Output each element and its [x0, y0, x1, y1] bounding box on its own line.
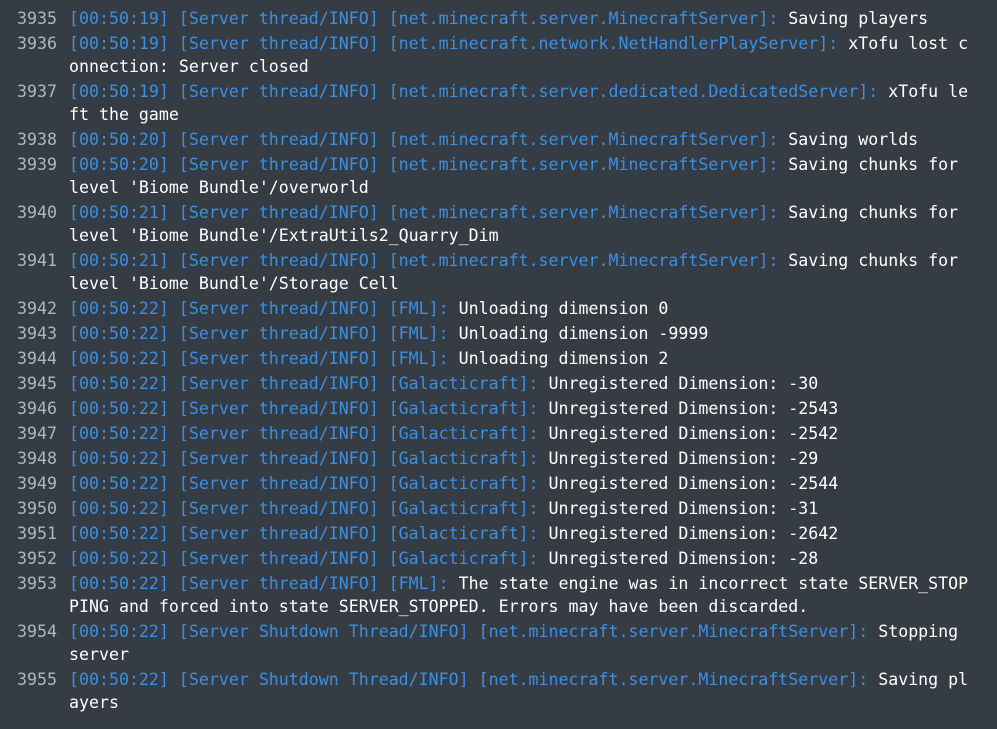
- line-number: 3936: [17, 34, 57, 53]
- log-prefix: [00:50:19] [Server thread/INFO] [net.min…: [69, 9, 779, 28]
- log-text: [00:50:22] [Server thread/INFO] [FML]: T…: [69, 572, 975, 618]
- log-prefix: [00:50:22] [Server thread/INFO] [Galacti…: [69, 424, 539, 443]
- log-prefix: [00:50:22] [Server thread/INFO] [FML]:: [69, 349, 449, 368]
- line-number: 3938: [17, 130, 57, 149]
- log-line: 3947 [00:50:22] [Server thread/INFO] [Ga…: [0, 422, 997, 445]
- log-text: [00:50:21] [Server thread/INFO] [net.min…: [69, 201, 975, 247]
- log-text: [00:50:22] [Server thread/INFO] [FML]: U…: [69, 297, 975, 320]
- log-text: [00:50:22] [Server thread/INFO] [Galacti…: [69, 397, 975, 420]
- log-message: Unregistered Dimension: -29: [538, 449, 819, 468]
- line-number: 3951: [17, 524, 57, 543]
- log-message: Unregistered Dimension: -2543: [538, 399, 839, 418]
- log-prefix: [00:50:22] [Server thread/INFO] [Galacti…: [69, 549, 539, 568]
- log-message: Unloading dimension 0: [448, 299, 669, 318]
- line-number: 3940: [17, 203, 57, 222]
- log-text: [00:50:22] [Server thread/INFO] [Galacti…: [69, 422, 975, 445]
- log-line: 3936 [00:50:19] [Server thread/INFO] [ne…: [0, 32, 997, 78]
- log-text: [00:50:19] [Server thread/INFO] [net.min…: [69, 7, 975, 30]
- line-number: 3949: [17, 474, 57, 493]
- log-message: Saving players: [778, 9, 929, 28]
- log-line: 3948 [00:50:22] [Server thread/INFO] [Ga…: [0, 447, 997, 470]
- log-line: 3938 [00:50:20] [Server thread/INFO] [ne…: [0, 128, 997, 151]
- line-number: 3941: [17, 251, 57, 270]
- log-prefix: [00:50:22] [Server thread/INFO] [Galacti…: [69, 499, 539, 518]
- log-line: 3950 [00:50:22] [Server thread/INFO] [Ga…: [0, 497, 997, 520]
- line-number: 3950: [17, 499, 57, 518]
- line-number: 3939: [17, 155, 57, 174]
- log-prefix: [00:50:19] [Server thread/INFO] [net.min…: [69, 34, 839, 53]
- log-text: [00:50:21] [Server thread/INFO] [net.min…: [69, 249, 975, 295]
- log-text: [00:50:22] [Server Shutdown Thread/INFO]…: [69, 620, 975, 666]
- line-number: 3943: [17, 324, 57, 343]
- log-text: [00:50:20] [Server thread/INFO] [net.min…: [69, 128, 975, 151]
- log-text: [00:50:22] [Server thread/INFO] [Galacti…: [69, 472, 975, 495]
- log-text: [00:50:22] [Server Shutdown Thread/INFO]…: [69, 668, 975, 714]
- log-prefix: [00:50:22] [Server thread/INFO] [Galacti…: [69, 474, 539, 493]
- log-line: 3937 [00:50:19] [Server thread/INFO] [ne…: [0, 80, 997, 126]
- log-message: Unregistered Dimension: -28: [538, 549, 819, 568]
- line-number: 3946: [17, 399, 57, 418]
- line-number: 3947: [17, 424, 57, 443]
- log-prefix: [00:50:22] [Server thread/INFO] [Galacti…: [69, 374, 539, 393]
- log-prefix: [00:50:22] [Server thread/INFO] [FML]:: [69, 299, 449, 318]
- log-line: 3949 [00:50:22] [Server thread/INFO] [Ga…: [0, 472, 997, 495]
- log-line: 3939 [00:50:20] [Server thread/INFO] [ne…: [0, 153, 997, 199]
- log-line: 3953 [00:50:22] [Server thread/INFO] [FM…: [0, 572, 997, 618]
- log-prefix: [00:50:20] [Server thread/INFO] [net.min…: [69, 130, 779, 149]
- log-text: [00:50:22] [Server thread/INFO] [Galacti…: [69, 497, 975, 520]
- line-number: 3955: [17, 670, 57, 689]
- line-number: 3937: [17, 82, 57, 101]
- log-line: 3945 [00:50:22] [Server thread/INFO] [Ga…: [0, 372, 997, 395]
- line-number: 3935: [17, 9, 57, 28]
- log-text: [00:50:20] [Server thread/INFO] [net.min…: [69, 153, 975, 199]
- log-line: 3951 [00:50:22] [Server thread/INFO] [Ga…: [0, 522, 997, 545]
- log-prefix: [00:50:19] [Server thread/INFO] [net.min…: [69, 82, 879, 101]
- log-message: Unregistered Dimension: -2542: [538, 424, 839, 443]
- log-prefix: [00:50:22] [Server thread/INFO] [FML]:: [69, 574, 449, 593]
- line-number: 3952: [17, 549, 57, 568]
- log-line: 3954 [00:50:22] [Server Shutdown Thread/…: [0, 620, 997, 666]
- log-message: Unregistered Dimension: -2544: [538, 474, 839, 493]
- line-number: 3945: [17, 374, 57, 393]
- line-number: 3942: [17, 299, 57, 318]
- log-line: 3943 [00:50:22] [Server thread/INFO] [FM…: [0, 322, 997, 345]
- log-prefix: [00:50:21] [Server thread/INFO] [net.min…: [69, 203, 779, 222]
- log-message: Saving worlds: [778, 130, 919, 149]
- log-prefix: [00:50:22] [Server thread/INFO] [Galacti…: [69, 524, 539, 543]
- log-text: [00:50:22] [Server thread/INFO] [Galacti…: [69, 547, 975, 570]
- log-line: 3955 [00:50:22] [Server Shutdown Thread/…: [0, 668, 997, 714]
- line-number: 3954: [17, 622, 57, 641]
- log-text: [00:50:22] [Server thread/INFO] [FML]: U…: [69, 347, 975, 370]
- log-line: 3942 [00:50:22] [Server thread/INFO] [FM…: [0, 297, 997, 320]
- log-text: [00:50:22] [Server thread/INFO] [Galacti…: [69, 372, 975, 395]
- log-line: 3952 [00:50:22] [Server thread/INFO] [Ga…: [0, 547, 997, 570]
- log-message: Unregistered Dimension: -30: [538, 374, 819, 393]
- log-prefix: [00:50:22] [Server Shutdown Thread/INFO]…: [69, 622, 869, 641]
- log-prefix: [00:50:21] [Server thread/INFO] [net.min…: [69, 251, 779, 270]
- log-prefix: [00:50:22] [Server thread/INFO] [FML]:: [69, 324, 449, 343]
- log-line: 3935 [00:50:19] [Server thread/INFO] [ne…: [0, 7, 997, 30]
- log-message: Unregistered Dimension: -31: [538, 499, 819, 518]
- log-prefix: [00:50:22] [Server Shutdown Thread/INFO]…: [69, 670, 869, 689]
- log-prefix: [00:50:22] [Server thread/INFO] [Galacti…: [69, 399, 539, 418]
- log-message: Unloading dimension -9999: [448, 324, 709, 343]
- log-line: 3946 [00:50:22] [Server thread/INFO] [Ga…: [0, 397, 997, 420]
- log-message: Unregistered Dimension: -2642: [538, 524, 839, 543]
- log-prefix: [00:50:22] [Server thread/INFO] [Galacti…: [69, 449, 539, 468]
- line-number: 3953: [17, 574, 57, 593]
- log-prefix: [00:50:20] [Server thread/INFO] [net.min…: [69, 155, 779, 174]
- log-lines: 3935 [00:50:19] [Server thread/INFO] [ne…: [0, 7, 997, 716]
- log-text: [00:50:19] [Server thread/INFO] [net.min…: [69, 32, 975, 78]
- log-message: Unloading dimension 2: [448, 349, 669, 368]
- log-text: [00:50:19] [Server thread/INFO] [net.min…: [69, 80, 975, 126]
- log-text: [00:50:22] [Server thread/INFO] [Galacti…: [69, 447, 975, 470]
- log-line: 3940 [00:50:21] [Server thread/INFO] [ne…: [0, 201, 997, 247]
- console-output[interactable]: 3935 [00:50:19] [Server thread/INFO] [ne…: [0, 0, 997, 729]
- log-line: 3944 [00:50:22] [Server thread/INFO] [FM…: [0, 347, 997, 370]
- line-number: 3944: [17, 349, 57, 368]
- log-line: 3941 [00:50:21] [Server thread/INFO] [ne…: [0, 249, 997, 295]
- log-text: [00:50:22] [Server thread/INFO] [Galacti…: [69, 522, 975, 545]
- log-text: [00:50:22] [Server thread/INFO] [FML]: U…: [69, 322, 975, 345]
- line-number: 3948: [17, 449, 57, 468]
